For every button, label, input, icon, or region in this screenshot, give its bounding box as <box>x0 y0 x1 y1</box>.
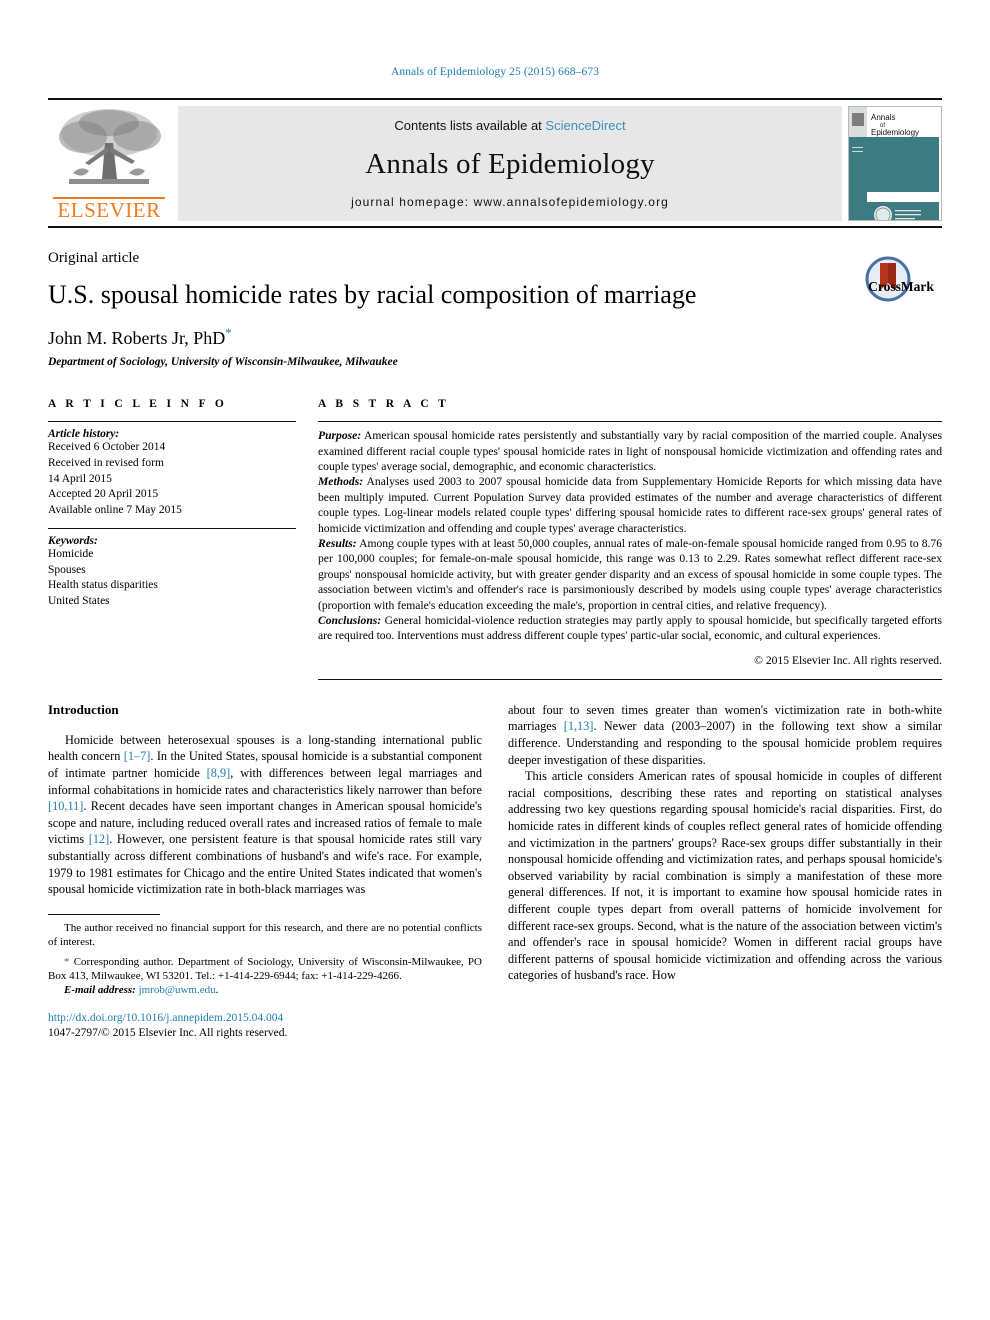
abstract-section-text: Analyses used 2003 to 2007 spousal homic… <box>318 475 942 535</box>
contents-available-line: Contents lists available at ScienceDirec… <box>394 118 625 133</box>
elsevier-tree-icon <box>59 109 161 184</box>
author-name: John M. Roberts Jr, PhD <box>48 328 226 349</box>
body-two-column-layout: Introduction Homicide between heterosexu… <box>48 702 942 1041</box>
divider-abstract-top <box>318 421 942 423</box>
article-page: Annals of Epidemiology 25 (2015) 668–673 <box>0 0 990 1320</box>
article-info-heading: A R T I C L E I N F O <box>48 398 228 411</box>
abstract-section-text: Among couple types with at least 50,000 … <box>318 536 942 612</box>
issn-copyright-line: 1047-2797/© 2015 Elsevier Inc. All right… <box>48 1026 288 1039</box>
journal-cover-image: Annals of Epidemiology <box>849 107 939 220</box>
doi-link[interactable]: http://dx.doi.org/10.1016/j.annepidem.20… <box>48 1011 482 1026</box>
abstract-paragraph: Methods: Analyses used 2003 to 2007 spou… <box>318 474 942 536</box>
sciencedirect-link[interactable]: ScienceDirect <box>545 118 625 133</box>
divider-keywords <box>48 527 296 529</box>
journal-title: Annals of Epidemiology <box>365 147 655 180</box>
crossmark-badge[interactable]: CrossMark <box>834 256 942 302</box>
body-left-column: Introduction Homicide between heterosexu… <box>48 702 482 1041</box>
article-history-label: Article history: <box>48 428 120 441</box>
abstract-section-label: Purpose: <box>318 429 362 443</box>
intro-paragraph-left: Homicide between heterosexual spouses is… <box>48 732 482 898</box>
intro-paragraph-right-2: This article considers American rates of… <box>508 769 942 983</box>
keywords-label: Keywords: <box>48 534 98 547</box>
author-line: John M. Roberts Jr, PhD* <box>48 325 942 349</box>
history-item: Received in revised form <box>48 456 164 469</box>
page-title: U.S. spousal homicide rates by racial co… <box>48 280 697 309</box>
article-info-column: A R T I C L E I N F O Article history: R… <box>48 398 296 680</box>
paragraph-text: . However, one persistent feature is tha… <box>48 832 483 897</box>
citation-ref[interactable]: [1,13] <box>564 719 594 733</box>
article-header: Original article U.S. spousal homicide r… <box>48 250 942 368</box>
keyword-item: Homicide <box>48 547 94 560</box>
citation-ref[interactable]: [8,9] <box>207 766 231 780</box>
doi-block: http://dx.doi.org/10.1016/j.annepidem.20… <box>48 1011 482 1041</box>
abstract-section-label: Methods: <box>318 475 364 489</box>
abstract-section-text: American spousal homicide rates persiste… <box>318 429 942 473</box>
citation-ref[interactable]: [10,11] <box>48 799 83 813</box>
svg-text:Epidemiology: Epidemiology <box>871 128 919 137</box>
footnote-divider <box>48 913 160 921</box>
history-item: Available online 7 May 2015 <box>48 504 182 517</box>
elsevier-wordmark: ELSEVIER <box>53 197 165 221</box>
abstract-paragraph: Conclusions: General homicidal-violence … <box>318 613 942 644</box>
citation-ref[interactable]: [1–7] <box>124 749 151 763</box>
footnote-email: E-mail address: jmrob@uwm.edu. <box>48 983 482 997</box>
masthead-center-panel: Contents lists available at ScienceDirec… <box>178 106 842 221</box>
corresponding-author-marker[interactable]: * <box>225 325 232 340</box>
history-item: Received 6 October 2014 <box>48 441 166 454</box>
contents-prefix: Contents lists available at <box>394 118 542 133</box>
history-item: 14 April 2015 <box>48 472 112 485</box>
abstract-copyright: © 2015 Elsevier Inc. All rights reserved… <box>754 653 942 667</box>
keyword-item: Spouses <box>48 563 86 576</box>
info-abstract-section: A R T I C L E I N F O Article history: R… <box>48 398 942 680</box>
journal-cover-thumbnail[interactable]: Annals of Epidemiology <box>848 106 942 221</box>
keyword-item: Health status disparities <box>48 579 158 592</box>
abstract-section-label: Results: <box>318 536 357 550</box>
running-head: Annals of Epidemiology 25 (2015) 668–673 <box>390 66 600 78</box>
crossmark-label: CrossMark <box>868 279 934 294</box>
elsevier-logo: ELSEVIER <box>48 104 170 223</box>
footnote-text: Corresponding author. Department of Soci… <box>48 955 482 982</box>
intro-paragraph-right-continued: about four to seven times greater than w… <box>508 702 942 768</box>
abstract-heading: A B S T R A C T <box>318 398 450 411</box>
footnote-corresponding-author: * Corresponding author. Department of So… <box>48 955 482 984</box>
divider-abstract-bottom <box>318 678 942 680</box>
abstract-paragraph: Purpose: American spousal homicide rates… <box>318 428 942 474</box>
journal-masthead: ELSEVIER Contents lists available at Sci… <box>48 98 942 228</box>
divider-info-top <box>48 421 296 423</box>
article-type-label: Original article <box>48 250 140 266</box>
footnote-funding: The author received no financial support… <box>48 921 482 949</box>
abstract-section-text: General homicidal-violence reduction str… <box>318 613 942 643</box>
email-link[interactable]: jmrob@uwm.edu <box>139 984 216 996</box>
email-address-label: E-mail address: <box>64 984 136 997</box>
email-trailing-period: . <box>215 984 219 997</box>
author-affiliation: Department of Sociology, University of W… <box>48 356 398 369</box>
body-right-column: about four to seven times greater than w… <box>508 702 942 1041</box>
journal-homepage-link[interactable]: journal homepage: www.annalsofepidemiolo… <box>351 195 669 209</box>
section-heading-introduction: Introduction <box>48 701 119 717</box>
abstract-column: A B S T R A C T Purpose: American spousa… <box>318 398 942 680</box>
abstract-paragraph: Results: Among couple types with at leas… <box>318 536 942 613</box>
keyword-item: United States <box>48 595 110 608</box>
history-item: Accepted 20 April 2015 <box>48 488 159 501</box>
svg-text:Annals: Annals <box>871 113 895 122</box>
citation-ref[interactable]: [12] <box>89 832 110 846</box>
abstract-section-label: Conclusions: <box>318 613 382 627</box>
